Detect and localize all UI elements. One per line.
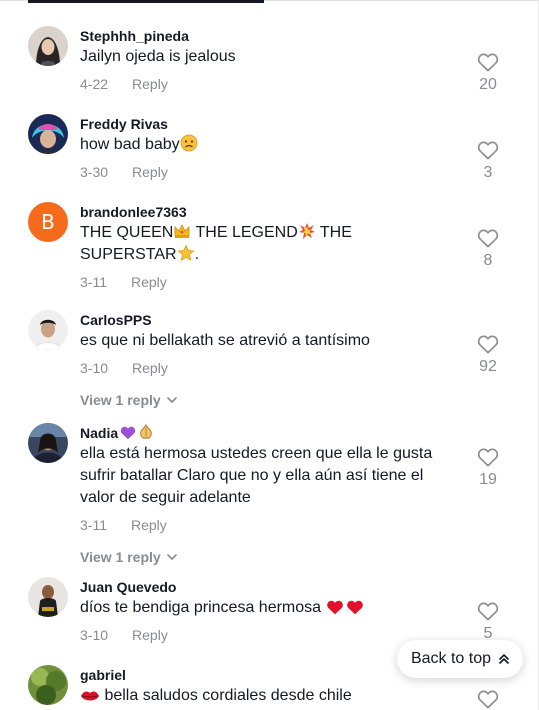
- crown-emoji: [174, 224, 190, 238]
- comment-username[interactable]: Nadia: [80, 423, 450, 443]
- comment-text: bella saludos cordiales desde chile: [80, 685, 450, 707]
- chevron-down-icon: [166, 553, 177, 560]
- lips-emoji: [81, 691, 99, 701]
- comment-date: 3-10: [80, 360, 109, 376]
- view-replies-label: View 1 reply: [80, 549, 161, 565]
- heart-outline-icon[interactable]: [477, 447, 499, 467]
- comment-date: 3-11: [80, 517, 107, 533]
- like-button[interactable]: 20: [468, 52, 508, 96]
- reply-button[interactable]: Reply: [132, 625, 168, 645]
- comment-text-segment: .: [194, 246, 200, 263]
- like-button[interactable]: 8: [468, 228, 508, 272]
- comment-date: 4-22: [80, 76, 109, 92]
- comment-username[interactable]: Juan Quevedo: [80, 577, 450, 597]
- heart-outline-icon[interactable]: [477, 689, 499, 709]
- username-text: Nadia: [80, 425, 119, 441]
- avatar[interactable]: [28, 26, 68, 66]
- comment-text-content: díos te bendiga princesa hermosa: [80, 599, 322, 616]
- red-heart-emoji: [346, 600, 363, 615]
- comment-text-segment: THE: [315, 224, 352, 241]
- comment-username[interactable]: CarlosPPS: [80, 310, 450, 330]
- view-replies-button[interactable]: View 1 reply: [80, 547, 450, 567]
- avatar[interactable]: [28, 423, 68, 463]
- like-button[interactable]: 19: [468, 447, 508, 491]
- like-button[interactable]: 3: [468, 140, 508, 184]
- avatar[interactable]: [28, 114, 68, 154]
- active-tab-indicator: [28, 0, 264, 3]
- comment-text: THE QUEEN THE LEGEND THE SUPERSTAR.: [80, 222, 450, 266]
- reply-button[interactable]: Reply: [132, 74, 168, 94]
- comment-text: díos te bendiga princesa hermosa: [80, 597, 450, 619]
- heart-outline-icon[interactable]: [477, 140, 499, 160]
- heart-outline-icon[interactable]: [477, 228, 499, 248]
- red-heart-emoji: [326, 600, 343, 615]
- like-count: 20: [479, 76, 497, 93]
- like-button[interactable]: 5: [468, 601, 508, 645]
- comment-text-segment: THE QUEEN: [80, 224, 174, 241]
- heart-outline-icon[interactable]: [477, 334, 499, 354]
- view-replies-button[interactable]: View 1 reply: [80, 390, 450, 410]
- comment-username[interactable]: gabriel: [80, 665, 450, 685]
- comment-date: 3-11: [80, 274, 107, 290]
- comment-username[interactable]: Stephhh_pineda: [80, 26, 450, 46]
- like-count: 8: [483, 252, 493, 269]
- comment-date: 3-30: [80, 164, 109, 180]
- comment-text-content: bella saludos cordiales desde chile: [104, 687, 352, 704]
- avatar[interactable]: [28, 310, 68, 350]
- purple-heart-emoji: [120, 426, 136, 440]
- back-to-top-label: Back to top: [410, 650, 492, 667]
- heart-outline-icon[interactable]: [477, 601, 499, 621]
- comment-date: 3-10: [80, 627, 109, 643]
- comment-text-segment: SUPERSTAR: [80, 246, 177, 263]
- comment-username[interactable]: brandonlee7363: [80, 202, 450, 222]
- avatar[interactable]: [28, 665, 68, 705]
- back-to-top-button[interactable]: Back to top: [397, 640, 523, 678]
- view-replies-label: View 1 reply: [80, 392, 161, 408]
- heart-outline-icon[interactable]: [477, 52, 499, 72]
- avatar[interactable]: B: [28, 202, 68, 242]
- reply-button[interactable]: Reply: [132, 162, 168, 182]
- onion-emoji: [140, 424, 152, 439]
- like-count: 3: [483, 164, 493, 181]
- sad-face-emoji: [180, 134, 198, 152]
- reply-button[interactable]: Reply: [131, 515, 167, 535]
- like-count: 19: [479, 471, 497, 488]
- comment-text: es que ni bellakath se atrevió a tantísi…: [80, 332, 370, 349]
- reply-button[interactable]: Reply: [131, 272, 167, 292]
- reply-button[interactable]: Reply: [132, 358, 168, 378]
- comment-text: Jailyn ojeda is jealous: [80, 48, 236, 65]
- comment-username[interactable]: Freddy Rivas: [80, 114, 450, 134]
- collision-emoji: [298, 223, 315, 239]
- like-button[interactable]: [468, 689, 508, 709]
- like-button[interactable]: 92: [468, 334, 508, 378]
- comment-text: ella está hermosa ustedes creen que ella…: [80, 445, 433, 506]
- comment-text: how bad baby: [80, 134, 450, 156]
- star-emoji: [177, 244, 195, 261]
- avatar[interactable]: [28, 577, 68, 617]
- chevron-down-icon: [166, 396, 177, 403]
- like-count: 92: [479, 358, 497, 375]
- double-chevron-up-icon: [499, 654, 509, 664]
- comment-text-content: how bad baby: [80, 136, 180, 153]
- comment-text-segment: THE LEGEND: [191, 224, 298, 241]
